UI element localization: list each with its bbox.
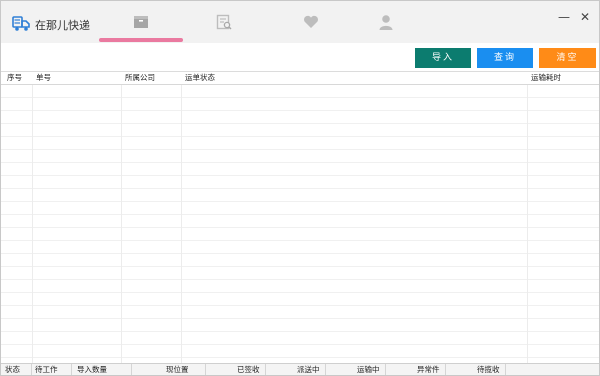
position-label: 现位置 — [166, 365, 189, 374]
status-divider — [71, 364, 72, 375]
status-divider — [385, 364, 386, 375]
status-divider — [265, 364, 266, 375]
tab-search-record[interactable] — [182, 1, 266, 43]
title-bar: 在那儿快递 — ✕ — [1, 1, 599, 43]
app-title: 在那儿快递 — [35, 19, 90, 32]
column-header-company[interactable]: 所属公司 — [121, 72, 155, 84]
column-divider — [121, 72, 122, 364]
close-icon: ✕ — [579, 10, 591, 24]
status-divider — [205, 364, 206, 375]
tab-user[interactable] — [344, 1, 428, 43]
minimize-button[interactable]: — — [556, 9, 572, 25]
column-header-number[interactable]: 单号 — [32, 72, 51, 84]
status-divider — [505, 364, 506, 375]
status-divider — [31, 364, 32, 375]
column-header-status[interactable]: 运单状态 — [181, 72, 215, 84]
import-button[interactable]: 导入 — [415, 48, 471, 68]
waybill-table[interactable]: 序号 单号 所属公司 运单状态 运输耗时 — [1, 71, 599, 364]
query-button[interactable]: 查询 — [477, 48, 533, 68]
signed-label: 已签收 — [237, 365, 260, 374]
tab-package[interactable] — [99, 1, 183, 43]
status-divider — [131, 364, 132, 375]
truck-logo-icon — [12, 16, 30, 31]
box-icon — [134, 16, 148, 28]
column-divider — [181, 72, 182, 364]
status-divider — [445, 364, 446, 375]
status-label: 状态 — [5, 365, 20, 374]
abnormal-label: 异常件 — [417, 365, 440, 374]
import-count-label: 导入数量 — [77, 365, 107, 374]
delivering-label: 派送中 — [297, 365, 320, 374]
pending-label: 待工作 — [35, 365, 58, 374]
heart-icon — [304, 15, 318, 28]
column-divider — [32, 72, 33, 364]
column-header-duration[interactable]: 运输耗时 — [527, 72, 561, 84]
search-document-icon — [216, 14, 232, 30]
user-icon — [379, 15, 393, 30]
active-tab-indicator — [99, 38, 183, 42]
minimize-icon: — — [558, 10, 570, 24]
app-window: 在那儿快递 — ✕ 导入 查询 清空 序号 单号 所属公司 运单状态 运输耗时 … — [0, 0, 600, 376]
column-divider — [527, 72, 528, 364]
close-button[interactable]: ✕ — [577, 9, 593, 25]
status-divider — [325, 364, 326, 375]
tab-favorites[interactable] — [269, 1, 353, 43]
clear-button[interactable]: 清空 — [539, 48, 596, 68]
table-header: 序号 单号 所属公司 运单状态 运输耗时 — [1, 72, 599, 85]
status-bar: 状态 待工作 导入数量 现位置 已签收 派送中 运输中 异常件 待揽收 — [1, 363, 599, 375]
to-collect-label: 待揽收 — [477, 365, 500, 374]
in-transit-label: 运输中 — [357, 365, 380, 374]
column-header-index[interactable]: 序号 — [3, 72, 22, 84]
table-body[interactable] — [1, 85, 599, 364]
